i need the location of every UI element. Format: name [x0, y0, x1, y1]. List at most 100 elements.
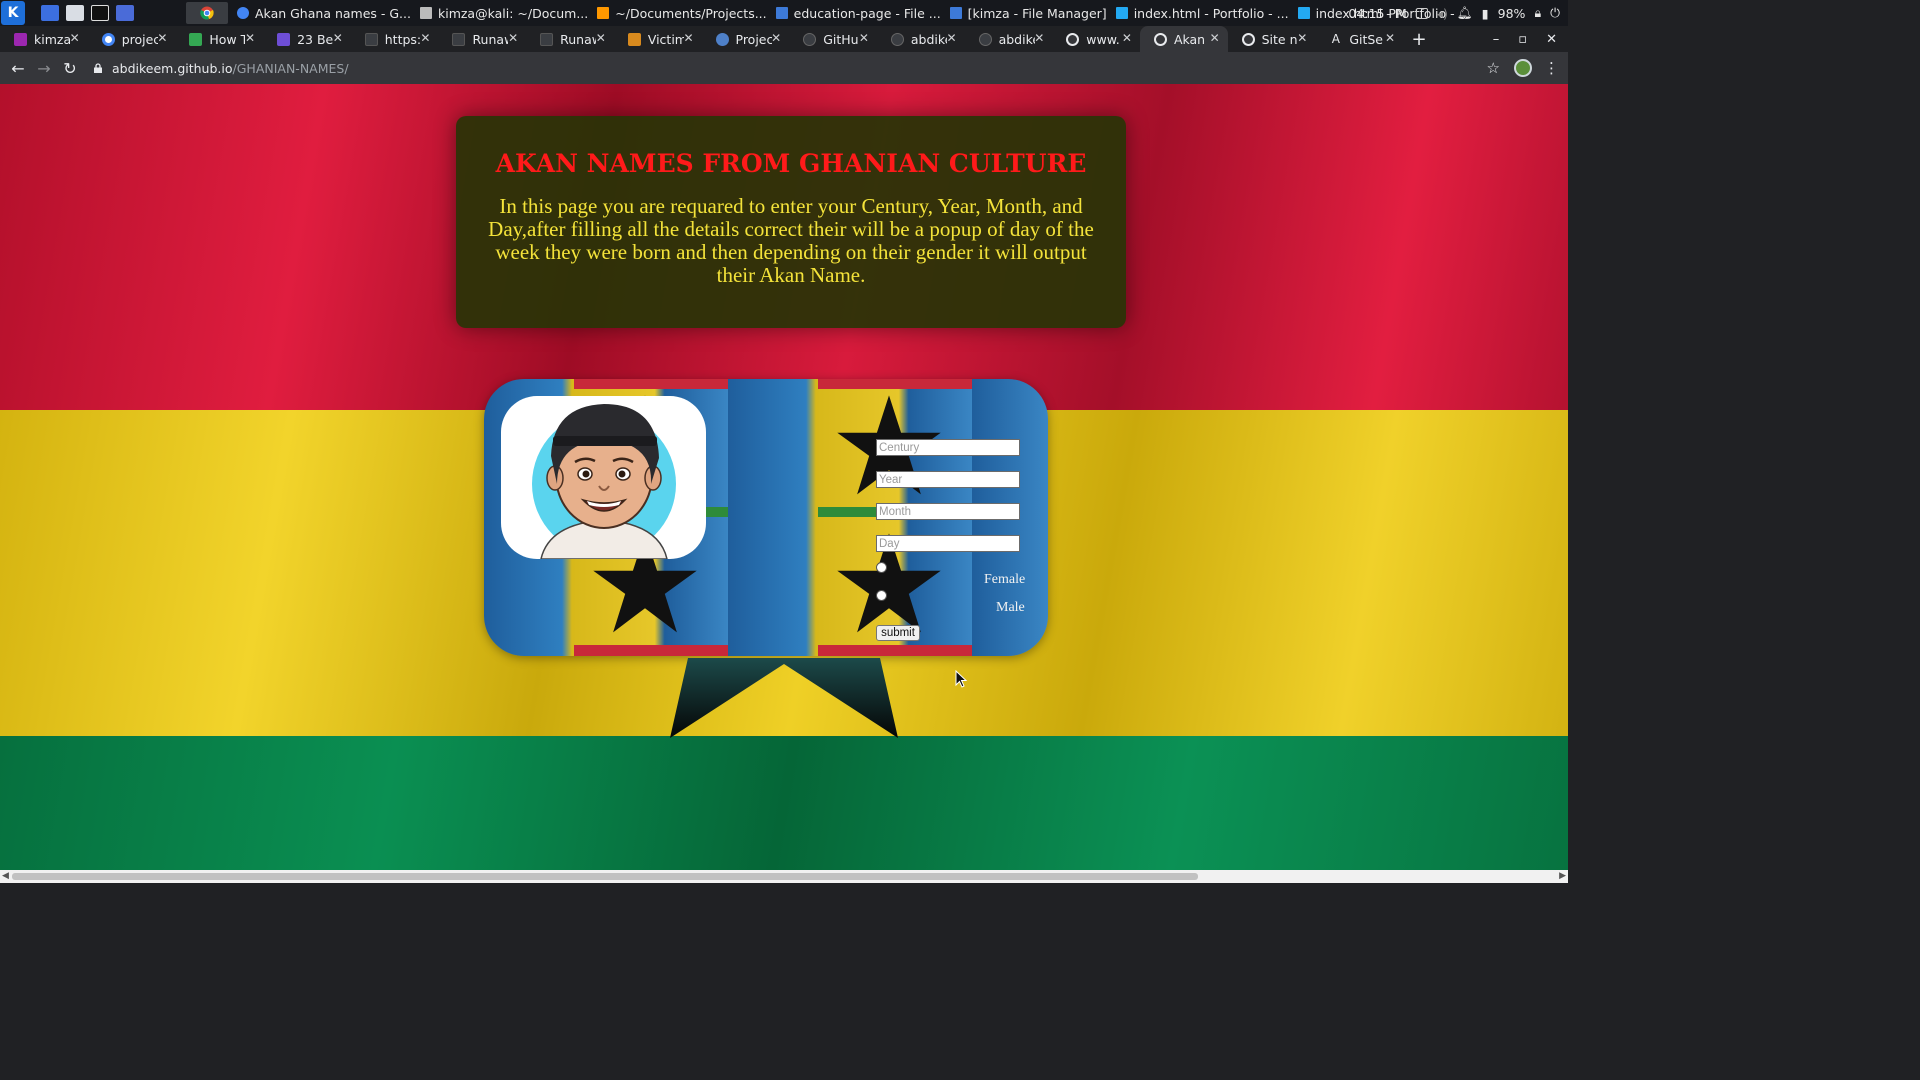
akan-name-form: Female Male: [876, 439, 1046, 623]
tab-favicon-icon: [364, 32, 378, 46]
lock-screen-icon[interactable]: 🔒︎: [1534, 5, 1541, 21]
clock[interactable]: 04:15 PM: [1348, 6, 1406, 21]
female-option: Female: [876, 562, 1046, 595]
url-path: /GHANIAN-NAMES/: [232, 60, 349, 76]
globe-favicon-icon: [1066, 32, 1080, 46]
horizontal-scrollbar[interactable]: ◀ ▶: [0, 870, 1568, 883]
female-radio[interactable]: [876, 562, 887, 573]
app-launcher-icon[interactable]: [116, 5, 134, 21]
tab-close-icon[interactable]: ✕: [596, 31, 606, 45]
tab-close-icon[interactable]: ✕: [157, 31, 167, 45]
tab-close-icon[interactable]: ✕: [70, 31, 80, 45]
browser-tab[interactable]: Victim ✕: [614, 26, 702, 52]
forward-arrow-icon[interactable]: →: [31, 59, 57, 78]
tab-close-icon[interactable]: ✕: [771, 31, 781, 45]
active-chrome-task-icon[interactable]: [186, 2, 228, 24]
show-desktop-icon[interactable]: [41, 5, 59, 21]
taskbar-task-terminal[interactable]: kimza@kali: ~/Docum...: [419, 6, 588, 21]
bookmark-star-icon[interactable]: ☆: [1487, 59, 1500, 77]
back-arrow-icon[interactable]: ←: [5, 59, 31, 78]
tab-close-icon[interactable]: ✕: [508, 31, 518, 45]
maximize-icon[interactable]: ▫: [1518, 32, 1527, 47]
taskbar-task-vscode[interactable]: index.html - Portfolio - ...: [1115, 6, 1289, 21]
tab-favicon-icon: [452, 32, 466, 46]
tab-close-icon[interactable]: ✕: [333, 31, 343, 45]
wordpress-favicon-icon: [715, 32, 729, 46]
tab-favicon-icon: [627, 32, 641, 46]
power-icon[interactable]: ⏻: [1550, 5, 1560, 21]
tab-close-icon[interactable]: ✕: [1034, 31, 1044, 45]
browser-tab[interactable]: kimza ✕: [0, 26, 88, 52]
century-input[interactable]: [876, 439, 1020, 456]
browser-tab[interactable]: Runaw✕: [438, 26, 526, 52]
terminal-launcher-icon[interactable]: [91, 5, 109, 21]
taskbar-task-sublime[interactable]: ~/Documents/Projects...: [597, 6, 767, 21]
tab-close-icon[interactable]: ✕: [1122, 31, 1132, 45]
male-option: Male: [876, 590, 1046, 623]
submit-button[interactable]: submit: [876, 625, 920, 641]
cartoon-boy-avatar-icon: [532, 404, 676, 559]
browser-tab[interactable]: abdike✕: [877, 26, 965, 52]
year-input[interactable]: [876, 471, 1020, 488]
sublime-icon: [597, 7, 610, 19]
browser-tab[interactable]: How T ✕: [175, 26, 263, 52]
month-input[interactable]: [876, 503, 1020, 520]
tab-close-icon[interactable]: ✕: [1210, 31, 1220, 45]
tab-favicon-icon: [540, 32, 554, 46]
tab-close-icon[interactable]: ✕: [1385, 31, 1395, 45]
female-label: Female: [984, 572, 1026, 587]
browser-tab[interactable]: https:/✕: [351, 26, 439, 52]
browser-tab[interactable]: abdike✕: [965, 26, 1053, 52]
browser-tab[interactable]: projec ✕: [88, 26, 176, 52]
browser-toolbar: ← → ↻ abdikeem.github.io/GHANIAN-NAMES/ …: [0, 52, 1568, 84]
tab-close-icon[interactable]: ✕: [683, 31, 693, 45]
display-icon[interactable]: [1415, 7, 1428, 19]
url-host: abdikeem.github.io: [112, 60, 233, 76]
browser-tab[interactable]: A GitSe ✕: [1315, 26, 1403, 52]
browser-tab[interactable]: Site n ✕: [1228, 26, 1316, 52]
male-radio[interactable]: [876, 590, 887, 601]
profile-avatar-icon[interactable]: [1514, 59, 1532, 77]
taskbar-task-chrome[interactable]: Akan Ghana names - G...: [237, 6, 411, 21]
tab-close-icon[interactable]: ✕: [1297, 31, 1307, 45]
browser-tab[interactable]: GitHul ✕: [789, 26, 877, 52]
taskbar-task-file-manager-2[interactable]: [kimza - File Manager]: [949, 6, 1107, 21]
folder-icon: [775, 7, 788, 19]
new-tab-button[interactable]: +: [1409, 29, 1429, 50]
tab-favicon-icon: [14, 32, 27, 46]
tile-red-stripe: [574, 379, 728, 389]
page-viewport: AKAN NAMES FROM GHANIAN CULTURE In this …: [0, 84, 1568, 870]
file-manager-launcher-icon[interactable]: [66, 5, 84, 21]
browser-tab[interactable]: 23 Bes✕: [263, 26, 351, 52]
globe-favicon-icon: [1153, 32, 1167, 46]
tile-red-stripe: [574, 645, 728, 656]
lock-icon[interactable]: [93, 63, 103, 73]
browser-tab[interactable]: www. ✕: [1052, 26, 1140, 52]
more-menu-icon[interactable]: ⋮: [1544, 59, 1559, 77]
browser-tab[interactable]: Runaw✕: [526, 26, 614, 52]
close-window-icon[interactable]: ✕: [1546, 32, 1557, 47]
scroll-left-icon[interactable]: ◀: [2, 871, 9, 881]
tab-close-icon[interactable]: ✕: [420, 31, 430, 45]
scroll-right-icon[interactable]: ▶: [1559, 871, 1566, 881]
scrollbar-thumb[interactable]: [12, 873, 1198, 880]
window-controls: – ▫ ✕: [1493, 26, 1568, 52]
browser-tab[interactable]: Projec ✕: [702, 26, 790, 52]
tab-close-icon[interactable]: ✕: [245, 31, 255, 45]
page-title: AKAN NAMES FROM GHANIAN CULTURE: [495, 149, 1087, 178]
avatar-image: [501, 396, 706, 559]
day-input[interactable]: [876, 535, 1020, 552]
notification-bell-icon[interactable]: 🔔︎: [1457, 5, 1473, 21]
chrome-icon: [237, 7, 249, 19]
taskbar-task-file-manager[interactable]: education-page - File ...: [775, 6, 941, 21]
tab-close-icon[interactable]: ✕: [947, 31, 957, 45]
form-card: Female Male submit: [484, 379, 1048, 656]
tab-close-icon[interactable]: ✕: [859, 31, 869, 45]
volume-icon[interactable]: ◂): [1437, 6, 1448, 21]
address-bar[interactable]: abdikeem.github.io/GHANIAN-NAMES/: [93, 54, 1487, 82]
kali-menu-icon[interactable]: K: [1, 1, 25, 25]
browser-tab-active[interactable]: Akan (✕: [1139, 26, 1228, 52]
browser-tab-strip: kimza✕ projec✕ How T✕ 23 Bes✕ https:/✕ R…: [0, 26, 1568, 52]
reload-icon[interactable]: ↻: [57, 59, 83, 78]
minimize-icon[interactable]: –: [1493, 32, 1500, 47]
